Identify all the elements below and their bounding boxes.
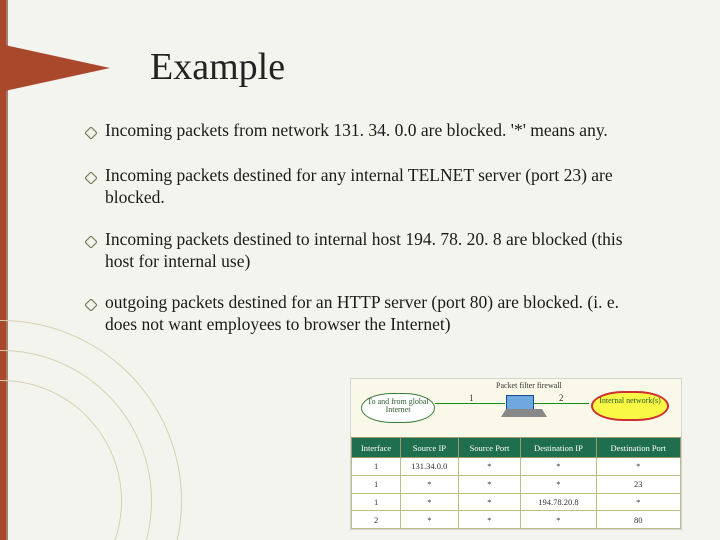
bullet-text: outgoing packets destined for an HTTP se… (105, 292, 650, 336)
link-line (435, 403, 505, 404)
table-row: 1 * * * 23 (352, 475, 681, 493)
bullet-list: Incoming packets from network 131. 34. 0… (85, 120, 650, 356)
bullet-text: Incoming packets destined to internal ho… (105, 229, 650, 273)
slide: Example Incoming packets from network 13… (0, 0, 720, 540)
bullet-item: outgoing packets destined for an HTTP se… (85, 292, 650, 336)
bullet-item: Incoming packets destined for any intern… (85, 165, 650, 209)
filter-table: Interface Source IP Source Port Destinat… (351, 437, 681, 529)
firewall-stand (501, 409, 547, 417)
bullet-text: Incoming packets from network 131. 34. 0… (105, 120, 650, 145)
col-source-port: Source Port (458, 438, 521, 458)
bullet-item: Incoming packets from network 131. 34. 0… (85, 120, 650, 145)
col-dest-port: Destination Port (596, 438, 680, 458)
bullet-item: Incoming packets destined to internal ho… (85, 229, 650, 273)
title-wedge (0, 44, 110, 92)
table-row: 1 131.34.0.0 * * * (352, 458, 681, 476)
col-dest-ip: Destination IP (521, 438, 596, 458)
diamond-icon (85, 232, 105, 273)
diamond-icon (85, 295, 105, 336)
table-row: 2 * * * 80 (352, 511, 681, 529)
link-line (533, 403, 589, 404)
slide-title: Example (150, 45, 285, 89)
col-source-ip: Source IP (401, 438, 458, 458)
internet-cloud: To and from global Internet (361, 393, 435, 423)
diagram-topology: To and from global Internet 1 Packet fil… (351, 379, 681, 438)
internal-network: Internal network(s) (591, 391, 669, 421)
interface-1-label: 1 (469, 393, 474, 403)
diamond-icon (85, 123, 105, 145)
firewall-label: Packet filter firewall (496, 381, 562, 390)
interface-2-label: 2 (559, 393, 564, 403)
firewall-diagram: To and from global Internet 1 Packet fil… (350, 378, 682, 530)
bullet-text: Incoming packets destined for any intern… (105, 165, 650, 209)
col-interface: Interface (352, 438, 401, 458)
diamond-icon (85, 168, 105, 209)
table-row: 1 * * 194.78.20.8 * (352, 493, 681, 511)
